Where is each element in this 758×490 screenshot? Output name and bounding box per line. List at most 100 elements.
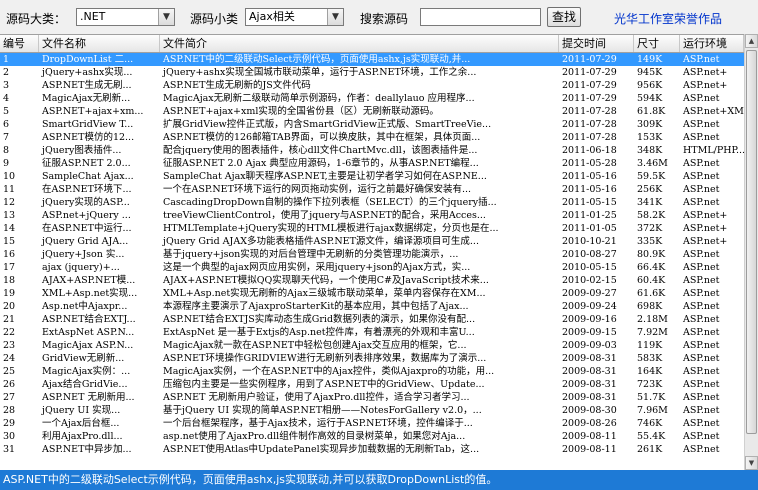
cell-date: 2011-07-29 <box>562 54 617 65</box>
table-row[interactable]: 14 在ASP.NET中运行... HTMLTemplate+jQuery实现的HT… <box>0 222 744 235</box>
table-row[interactable]: 4 MagicAjax无刷新... MagicAjax无刷新二级联动简单示例源码，作… <box>0 92 744 105</box>
cell-date: 2009-09-27 <box>562 288 617 299</box>
table-row[interactable]: 5 ASP.NET+ajax+xm... ASP.NET+ajax+xml实现的全国… <box>0 105 744 118</box>
cell-name: 在ASP.NET环境下... <box>42 184 132 195</box>
table-row[interactable]: 15 jQuery Grid AJA... jQuery Grid AJAX多功能表… <box>0 235 744 248</box>
column-header-summary[interactable]: 文件简介 <box>160 35 559 52</box>
cell-size: 7.96M <box>637 405 668 416</box>
category-label: 源码大类： <box>6 12 67 26</box>
cell-summary: 本源程序主要演示了AjaxproStarterKit的基本应用，其中包括了Aja… <box>163 301 469 312</box>
cell-date: 2011-07-29 <box>562 93 617 104</box>
table-row[interactable]: 24 GridView无刷新... ASP.NET环境操作GRIDVIEW进行无刷新… <box>0 352 744 365</box>
subcategory-select[interactable]: Ajax相关 ▼ <box>245 8 344 26</box>
table-row[interactable]: 8 jQuery图表插件... 配合jquery使用的图表插件，核心dll文件Cha… <box>0 144 744 157</box>
file-table[interactable]: 编号 文件名称 文件简介 提交时间 尺寸 运行环境 1 DropDownList … <box>0 34 744 471</box>
table-row[interactable]: 19 XML+Asp.net实现... XML+Asp.net实现无刷新的Ajax三… <box>0 287 744 300</box>
cell-date: 2011-07-28 <box>562 119 617 130</box>
cell-date: 2009-09-24 <box>562 301 617 312</box>
cell-summary: 一个后台框架程序，基于Ajax技术，运行于ASP.NET环境，控件编译于... <box>163 418 473 429</box>
table-row[interactable]: 22 ExtAspNet ASP.N... ExtAspNet 是一基于Extjs的… <box>0 326 744 339</box>
cell-name: ASP.NET+ajax+xm... <box>42 106 144 117</box>
cell-summary: jQuery+ashx实现全国城市联动菜单，运行于ASP.NET环境，工作之余.… <box>163 67 477 78</box>
cell-summary: asp.net使用了AjaxPro.dll组件制作高效的目录树菜单，如果您对Aj… <box>163 431 466 442</box>
column-header-size[interactable]: 尺寸 <box>634 35 680 52</box>
scrollbar-thumb[interactable] <box>746 50 757 434</box>
table-row[interactable]: 23 MagicAjax ASP.N... MagicAjax就一款在ASP.NET… <box>0 339 744 352</box>
column-header-date[interactable]: 提交时间 <box>559 35 634 52</box>
category-select[interactable]: .NET ▼ <box>76 8 175 26</box>
search-input[interactable] <box>420 8 541 26</box>
cell-date: 2009-09-15 <box>562 327 617 338</box>
cell-id: 3 <box>3 80 10 91</box>
table-row[interactable]: 6 SmartGridView T... 扩展GridView控件正式版，内含Sma… <box>0 118 744 131</box>
table-row[interactable]: 11 在ASP.NET环境下... 一个在ASP.NET环境下运行的网页拖动实例，运… <box>0 183 744 196</box>
table-row[interactable]: 12 jQuery实现的ASP... CascadingDropDown自制的操作下… <box>0 196 744 209</box>
cell-name: SampleChat Ajax... <box>42 171 134 182</box>
cell-name: Asp.net中Ajaxpr... <box>42 301 128 312</box>
cell-size: 66.4K <box>637 262 666 273</box>
cell-size: 698K <box>637 301 663 312</box>
cell-size: 51.7K <box>637 392 666 403</box>
cell-date: 2009-08-31 <box>562 353 617 364</box>
table-row[interactable]: 3 ASP.NET生成无刷... ASP.NET生成无刷新的JS文件代码 2011-0… <box>0 79 744 92</box>
table-row[interactable]: 18 AJAX+ASP.NET模... AJAX+ASP.NET模拟QQ实现聊天代码… <box>0 274 744 287</box>
cell-name: jQuery图表插件... <box>42 145 122 156</box>
cell-id: 22 <box>3 327 16 338</box>
table-row[interactable]: 25 MagicAjax实例：... MagicAjax实例，一个在ASP.NET中… <box>0 365 744 378</box>
cell-env: ASP.net <box>683 197 720 208</box>
cell-id: 13 <box>3 210 16 221</box>
chevron-down-icon[interactable]: ▼ <box>327 9 343 25</box>
cell-size: 3.46M <box>637 158 668 169</box>
column-header-id[interactable]: 编号 <box>0 35 39 52</box>
cell-id: 12 <box>3 197 16 208</box>
table-row[interactable]: 13 ASP.net+jQuery ... treeViewClientContro… <box>0 209 744 222</box>
table-row[interactable]: 10 SampleChat Ajax... SampleChat Ajax聊天程序A… <box>0 170 744 183</box>
table-row[interactable]: 21 ASP.NET结合EXTJ... ASP.NET结合EXTJS实库动态生成Gr… <box>0 313 744 326</box>
cell-summary: ASP.NET结合EXTJS实库动态生成Grid数据列表的演示，如果你没有配..… <box>163 314 476 325</box>
cell-summary: XML+Asp.net实现无刷新的Ajax三级城市联动菜单，菜单内容保存在XM.… <box>163 288 486 299</box>
search-button[interactable]: 查找 <box>547 7 581 27</box>
cell-summary: 基于jQuery UI 实现的简单ASP.NET相册——NotesForGall… <box>163 405 482 416</box>
cell-name: MagicAjax实例：... <box>42 366 131 377</box>
vertical-scrollbar[interactable]: ▲ ▼ <box>744 34 758 470</box>
table-row[interactable]: 29 一个Ajax后台框... 一个后台框架程序，基于Ajax技术，运行于ASP.N… <box>0 417 744 430</box>
scroll-up-icon[interactable]: ▲ <box>745 34 758 48</box>
table-row[interactable]: 28 jQuery UI 实现... 基于jQuery UI 实现的简单ASP.NE… <box>0 404 744 417</box>
cell-env: ASP.net <box>683 249 720 260</box>
table-row[interactable]: 9 征服ASP.NET 2.0... 征服ASP.NET 2.0 Ajax 典型应用… <box>0 157 744 170</box>
cell-summary: ASP.NET 无刷新用户验证，使用了AjaxPro.dll控件，适合学习者学习… <box>163 392 470 403</box>
cell-summary: 基于jquery+json实现的对后台管理中无刷新的分类管理功能演示，... <box>163 249 459 260</box>
table-row[interactable]: 26 Ajax结合GridVie... 压缩包内主要是一些实例程序，用到了ASP.N… <box>0 378 744 391</box>
table-row[interactable]: 20 Asp.net中Ajaxpr... 本源程序主要演示了AjaxproStart… <box>0 300 744 313</box>
cell-id: 15 <box>3 236 16 247</box>
chevron-down-icon[interactable]: ▼ <box>158 9 174 25</box>
table-row[interactable]: 17 ajax (jquery)+... 这是一个典型的ajax网页应用实例，采用j… <box>0 261 744 274</box>
column-header-name[interactable]: 文件名称 <box>39 35 160 52</box>
cell-name: ExtAspNet ASP.N... <box>42 327 135 338</box>
cell-env: ASP.net+ <box>683 223 728 234</box>
cell-name: ajax (jquery)+... <box>42 262 120 273</box>
cell-summary: SampleChat Ajax聊天程序ASP.NET,主要是让初学者学习如何在A… <box>163 171 487 182</box>
cell-date: 2010-08-27 <box>562 249 617 260</box>
cell-id: 19 <box>3 288 16 299</box>
cell-summary: ASP.NET环境操作GRIDVIEW进行无刷新列表排序效果，数据库为了演示..… <box>163 353 487 364</box>
table-row[interactable]: 1 DropDownList 二... ASP.NET中的二级联动Select示例代… <box>0 53 744 66</box>
table-row[interactable]: 31 ASP.NET中异步加... ASP.NET使用Atlas中UpdatePan… <box>0 443 744 456</box>
cell-env: ASP.net <box>683 392 720 403</box>
cell-date: 2011-07-28 <box>562 132 617 143</box>
table-row[interactable]: 16 jQuery+Json 实... 基于jquery+json实现的对后台管理中… <box>0 248 744 261</box>
cell-summary: ASP.NET使用Atlas中UpdatePanel实现异步加载数据的无刷新Ta… <box>163 444 480 455</box>
column-header-env[interactable]: 运行环境 <box>680 35 744 52</box>
cell-summary: CascadingDropDown自制的操作下拉列表框（SELECT）的三个jq… <box>163 197 497 208</box>
table-row[interactable]: 7 ASP.NET模仿的12... ASP.NET模仿的126邮箱TAB界面，可以换… <box>0 131 744 144</box>
table-row[interactable]: 2 jQuery+ashx实现... jQuery+ashx实现全国城市联动菜单，运… <box>0 66 744 79</box>
cell-name: AJAX+ASP.NET模... <box>42 275 136 286</box>
table-row[interactable]: 30 利用AjaxPro.dll... asp.net使用了AjaxPro.dll组… <box>0 430 744 443</box>
cell-id: 2 <box>3 67 10 78</box>
scroll-down-icon[interactable]: ▼ <box>745 456 758 470</box>
cell-env: ASP.net <box>683 184 720 195</box>
table-row[interactable]: 27 ASP.NET 无刷新用... ASP.NET 无刷新用户验证，使用了Ajax… <box>0 391 744 404</box>
cell-env: ASP.net+ <box>683 236 728 247</box>
cell-name: DropDownList 二... <box>42 54 134 65</box>
cell-summary: ASP.NET中的二级联动Select示例代码，页面使用ashx,js实现联动,… <box>163 54 471 65</box>
